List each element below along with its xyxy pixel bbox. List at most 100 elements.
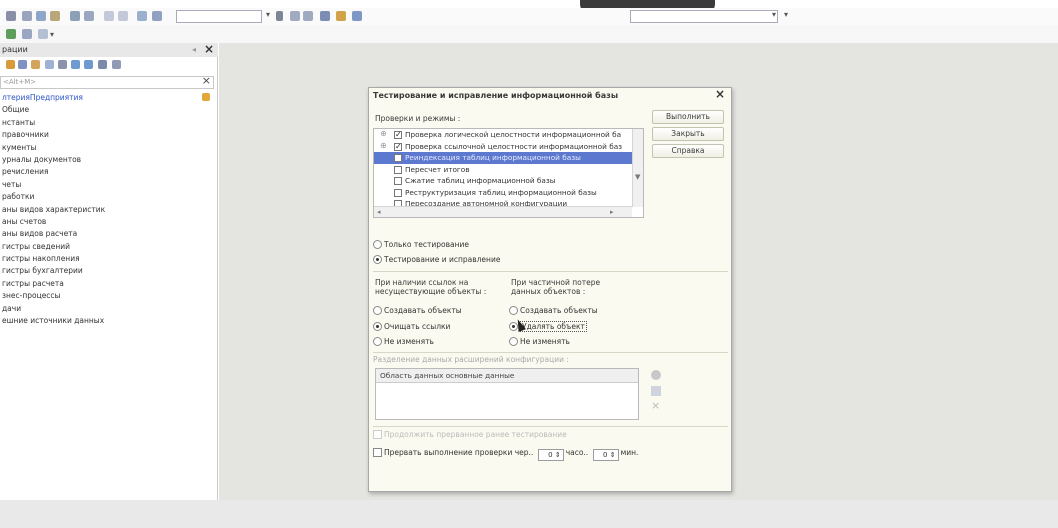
scroll-left-icon[interactable]: ◂: [377, 208, 381, 216]
config-icon[interactable]: [6, 29, 16, 39]
scroll-right-icon[interactable]: ▸: [610, 208, 614, 216]
close-search-icon[interactable]: [276, 11, 283, 21]
copy-icon[interactable]: [36, 11, 46, 21]
sidebar-tree-item[interactable]: гистры накопления: [0, 253, 214, 265]
radio-icon[interactable]: [373, 255, 382, 264]
sidebar-tree-item[interactable]: лтерияПредприятия: [0, 92, 214, 104]
radio-icon[interactable]: [373, 337, 382, 346]
edit-icon[interactable]: [31, 60, 40, 69]
search-icon[interactable]: [152, 11, 162, 21]
expand-icon[interactable]: ⊕: [380, 129, 387, 138]
select-arrow-icon[interactable]: ▾: [772, 10, 776, 19]
preview-icon[interactable]: [84, 11, 94, 21]
vertical-scrollbar[interactable]: ▼: [632, 129, 643, 207]
debug-icon[interactable]: [336, 11, 346, 21]
sidebar-tree-item[interactable]: гистры сведений: [0, 241, 214, 253]
sidebar-tree-item[interactable]: аны счетов: [0, 216, 214, 228]
search-input[interactable]: [176, 10, 262, 23]
copy-row-icon[interactable]: [651, 386, 661, 396]
help-button[interactable]: Справка: [652, 144, 724, 158]
sidebar-tree-item[interactable]: аны видов расчета: [0, 228, 214, 240]
checkbox-icon[interactable]: ✓: [394, 131, 402, 139]
delete-row-icon[interactable]: ×: [651, 400, 661, 411]
checkbox-icon[interactable]: [394, 177, 402, 185]
close-button[interactable]: Закрыть: [652, 127, 724, 141]
radio-icon[interactable]: [509, 337, 518, 346]
mode-test-and-fix[interactable]: Тестирование и исправление: [373, 255, 500, 264]
dropdown-icon[interactable]: ▾: [784, 10, 788, 19]
cut-icon[interactable]: [22, 11, 32, 21]
chevron-down-icon[interactable]: ▾: [266, 10, 270, 19]
close-icon[interactable]: ×: [204, 42, 214, 56]
check-item[interactable]: Реиндексация таблиц информационной базы: [374, 152, 632, 164]
mode-test-only[interactable]: Только тестирование: [373, 240, 469, 249]
move-down-icon[interactable]: [84, 60, 93, 69]
dialog-close-icon[interactable]: ×: [715, 87, 725, 101]
sort-icon[interactable]: [98, 60, 107, 69]
extensions-table[interactable]: Область данных основные данные: [375, 368, 639, 420]
paste-icon[interactable]: [50, 11, 60, 21]
sidebar-tree-item[interactable]: ешние источники данных: [0, 315, 214, 327]
filter-icon[interactable]: [112, 60, 121, 69]
check-item[interactable]: ⊕ ✓ Проверка логической целостности информ…: [374, 129, 632, 141]
sidebar-tree-item[interactable]: кументы: [0, 142, 214, 154]
horizontal-scrollbar[interactable]: ◂ ▸: [374, 206, 632, 217]
sidebar-tree-item[interactable]: правочники: [0, 129, 214, 141]
sidebar-tree-item[interactable]: речисления: [0, 166, 214, 178]
find-prev-icon[interactable]: [303, 11, 313, 21]
radio-icon[interactable]: [373, 322, 382, 331]
tool-icon[interactable]: [352, 11, 362, 21]
scroll-down-icon[interactable]: ▼: [635, 173, 640, 181]
move-up-icon[interactable]: [71, 60, 80, 69]
missing-refs-clear[interactable]: Очищать ссылки: [373, 322, 450, 331]
table-icon[interactable]: [22, 29, 32, 39]
delete-icon[interactable]: [58, 60, 67, 69]
minutes-spinner[interactable]: 0 ⇕: [592, 449, 619, 461]
sidebar-tree-item[interactable]: дачи: [0, 303, 214, 315]
collapse-icon[interactable]: ◂: [192, 43, 196, 57]
config-select[interactable]: [630, 10, 778, 23]
sidebar-search-input[interactable]: <Alt+M> ×: [0, 75, 214, 89]
radio-icon[interactable]: [509, 306, 518, 315]
sidebar-tree-item[interactable]: нстанты: [0, 117, 214, 129]
sidebar-tree-item[interactable]: гистры расчета: [0, 278, 214, 290]
menu-icon[interactable]: [6, 11, 16, 21]
print-icon[interactable]: [70, 11, 80, 21]
checkbox-icon[interactable]: [394, 165, 402, 174]
find-next-icon[interactable]: [290, 11, 300, 21]
sidebar-tree-item[interactable]: знес-процессы: [0, 290, 214, 302]
check-item[interactable]: Сжатие таблиц информационной базы: [374, 175, 632, 187]
hours-spinner[interactable]: 0 ⇕: [537, 449, 564, 461]
add-item-icon[interactable]: [18, 60, 27, 69]
checkbox-icon[interactable]: [394, 154, 402, 162]
sidebar-tree-item[interactable]: Общие: [0, 104, 214, 116]
radio-icon[interactable]: [373, 240, 382, 249]
forward-icon[interactable]: [118, 11, 128, 21]
checkbox-icon[interactable]: [373, 448, 382, 457]
partial-loss-create[interactable]: Создавать объекты: [509, 306, 598, 315]
missing-refs-create[interactable]: Создавать объекты: [373, 306, 462, 315]
interrupt-checkbox[interactable]: Прервать выполнение проверки чер.. 0 ⇕ ча…: [373, 448, 638, 461]
sidebar-tree-item[interactable]: аны видов характеристик: [0, 204, 214, 216]
run-button[interactable]: Выполнить: [652, 110, 724, 124]
page-icon[interactable]: [38, 29, 48, 39]
sidebar-tree-item[interactable]: урналы документов: [0, 154, 214, 166]
clear-search-icon[interactable]: ×: [202, 75, 211, 86]
sidebar-tree-item[interactable]: четы: [0, 179, 214, 191]
expand-icon[interactable]: ⊕: [380, 141, 387, 150]
check-item[interactable]: Пересчет итогов: [374, 164, 632, 176]
toolbar-dropdown-icon[interactable]: ▾: [50, 30, 54, 39]
check-item[interactable]: ⊕ ✓ Проверка ссылочной целостности информа…: [374, 141, 632, 153]
copy-item-icon[interactable]: [45, 60, 54, 69]
add-icon[interactable]: [6, 60, 15, 69]
missing-refs-nochange[interactable]: Не изменять: [373, 337, 434, 346]
checkbox-icon[interactable]: [394, 188, 402, 197]
partial-loss-nochange[interactable]: Не изменять: [509, 337, 570, 346]
radio-icon[interactable]: [373, 306, 382, 315]
checkbox-icon[interactable]: ✓: [394, 142, 402, 151]
sidebar-tree-item[interactable]: работки: [0, 191, 214, 203]
checkbox-icon[interactable]: [373, 430, 382, 439]
check-item[interactable]: Реструктуризация таблиц информационной б…: [374, 187, 632, 199]
continue-checkbox[interactable]: Продолжить прерванное ранее тестирование: [373, 430, 567, 439]
add-row-icon[interactable]: [651, 370, 661, 380]
